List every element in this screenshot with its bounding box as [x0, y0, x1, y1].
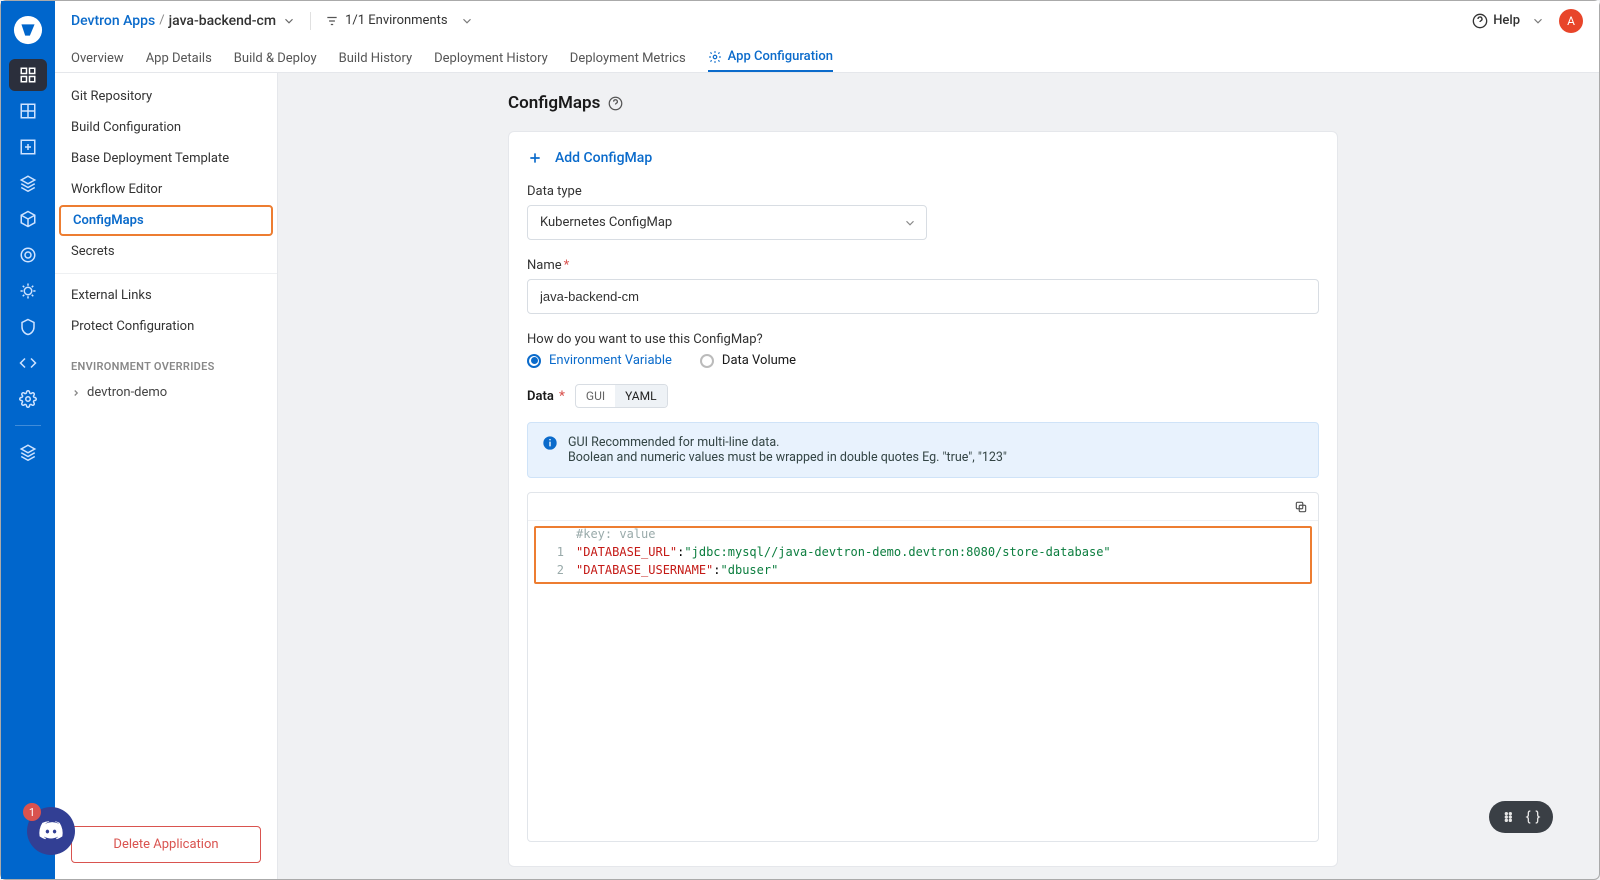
tab-app-details[interactable]: App Details [146, 51, 212, 72]
env-filter-label: 1/1 Environments [345, 13, 448, 28]
add-configmap-label: Add ConfigMap [555, 150, 652, 166]
avatar[interactable]: A [1559, 9, 1583, 33]
yaml-editor[interactable]: #key: value 1"DATABASE_URL": "jdbc:mysql… [527, 492, 1319, 842]
filter-icon [325, 14, 339, 28]
tab-build-history[interactable]: Build History [339, 51, 413, 72]
chevron-down-icon [903, 216, 917, 230]
info-line2: Boolean and numeric values must be wrapp… [568, 450, 1007, 465]
help-label: Help [1493, 13, 1520, 28]
nav-layers-icon[interactable] [9, 436, 47, 468]
delete-application-button[interactable]: Delete Application [71, 826, 261, 863]
env-override-item[interactable]: devtron-demo [55, 379, 277, 406]
data-row: Data * GUI YAML [527, 384, 1319, 408]
code-line: 2"DATABASE_USERNAME": "dbuser" [534, 561, 1312, 579]
info-icon [542, 435, 558, 451]
datatype-select[interactable]: Kubernetes ConfigMap [527, 205, 927, 240]
chevron-down-icon [460, 14, 474, 28]
tab-overview[interactable]: Overview [71, 51, 124, 72]
nav-target-icon[interactable] [9, 239, 47, 271]
discord-badge: 1 [23, 803, 41, 821]
left-nav-rail [1, 1, 55, 879]
seg-gui[interactable]: GUI [576, 385, 615, 407]
nav-helm-icon[interactable] [9, 275, 47, 307]
env-overrides-heading: ENVIRONMENT OVERRIDES [55, 346, 277, 379]
breadcrumb-root[interactable]: Devtron Apps [71, 13, 155, 29]
nav-cube-icon[interactable] [9, 203, 47, 235]
tab-app-configuration-label: App Configuration [728, 49, 833, 64]
copy-icon[interactable] [1294, 500, 1308, 514]
discord-icon [38, 818, 64, 844]
app-header: Devtron Apps / java-backend-cm 1/1 Envir… [55, 1, 1599, 73]
breadcrumb-app[interactable]: java-backend-cm [169, 13, 276, 29]
code-line: 1"DATABASE_URL": "jdbc:mysql//java-devtr… [534, 543, 1312, 561]
discord-button[interactable]: 1 [27, 807, 75, 855]
nav-code-icon[interactable] [9, 347, 47, 379]
subnav-secrets[interactable]: Secrets [55, 236, 277, 267]
devtron-logo[interactable] [13, 15, 43, 45]
nav-add-icon[interactable] [9, 131, 47, 163]
plus-icon [527, 150, 543, 166]
code-area[interactable]: #key: value 1"DATABASE_URL": "jdbc:mysql… [534, 525, 1312, 837]
subnav-base-deployment-template[interactable]: Base Deployment Template [55, 143, 277, 174]
config-subnav: Git Repository Build Configuration Base … [55, 73, 278, 879]
datatype-select-value: Kubernetes ConfigMap [527, 205, 927, 240]
env-override-label: devtron-demo [87, 385, 167, 400]
subnav-external-links[interactable]: External Links [55, 280, 277, 311]
subnav-workflow-editor[interactable]: Workflow Editor [55, 174, 277, 205]
yaml-info-box: GUI Recommended for multi-line data. Boo… [527, 422, 1319, 478]
tab-build-deploy[interactable]: Build & Deploy [234, 51, 317, 72]
breadcrumb-sep: / [159, 13, 164, 28]
subnav-configmaps[interactable]: ConfigMaps [59, 205, 273, 236]
radio-environment-variable[interactable]: Environment Variable [527, 353, 672, 368]
main-panel: ConfigMaps Add ConfigMap Data type Kuber… [278, 73, 1599, 879]
nav-shield-icon[interactable] [9, 311, 47, 343]
info-line1: GUI Recommended for multi-line data. [568, 435, 1007, 450]
add-configmap-button[interactable]: Add ConfigMap [527, 150, 1319, 166]
braces-icon [1525, 809, 1541, 825]
drag-icon [1501, 809, 1517, 825]
radio-data-volume[interactable]: Data Volume [700, 353, 796, 368]
chevron-down-icon[interactable] [282, 14, 296, 28]
name-input[interactable] [527, 279, 1319, 314]
label-name: Name* [527, 258, 1319, 273]
nav-apps-icon[interactable] [9, 59, 47, 91]
tab-app-configuration[interactable]: App Configuration [708, 49, 833, 72]
radio-env-label: Environment Variable [549, 353, 672, 368]
chevron-down-icon [1531, 14, 1545, 28]
code-hint: #key: value [534, 525, 1312, 543]
nav-stack-icon[interactable] [9, 167, 47, 199]
help-icon [1472, 13, 1488, 29]
dev-tools-pill[interactable] [1489, 801, 1553, 833]
gear-icon [708, 50, 722, 64]
subnav-build-configuration[interactable]: Build Configuration [55, 112, 277, 143]
seg-yaml[interactable]: YAML [615, 385, 666, 407]
tab-deployment-history[interactable]: Deployment History [434, 51, 548, 72]
app-tabs: Overview App Details Build & Deploy Buil… [55, 40, 1599, 72]
page-title: ConfigMaps [508, 93, 1338, 113]
nav-grid-icon[interactable] [9, 95, 47, 127]
chevron-right-icon [71, 388, 81, 398]
env-filter[interactable]: 1/1 Environments [325, 13, 474, 28]
radio-vol-label: Data Volume [722, 353, 796, 368]
nav-gear-icon[interactable] [9, 383, 47, 415]
data-mode-toggle[interactable]: GUI YAML [575, 384, 668, 408]
subnav-protect-configuration[interactable]: Protect Configuration [55, 311, 277, 342]
label-datatype: Data type [527, 184, 1319, 199]
help-menu[interactable]: Help [1472, 13, 1545, 29]
subnav-git-repository[interactable]: Git Repository [55, 81, 277, 112]
tab-deployment-metrics[interactable]: Deployment Metrics [570, 51, 686, 72]
label-data: Data [527, 389, 554, 404]
label-howuse: How do you want to use this ConfigMap? [527, 332, 1319, 347]
help-icon[interactable] [608, 96, 623, 111]
configmap-form: Add ConfigMap Data type Kubernetes Confi… [508, 131, 1338, 867]
